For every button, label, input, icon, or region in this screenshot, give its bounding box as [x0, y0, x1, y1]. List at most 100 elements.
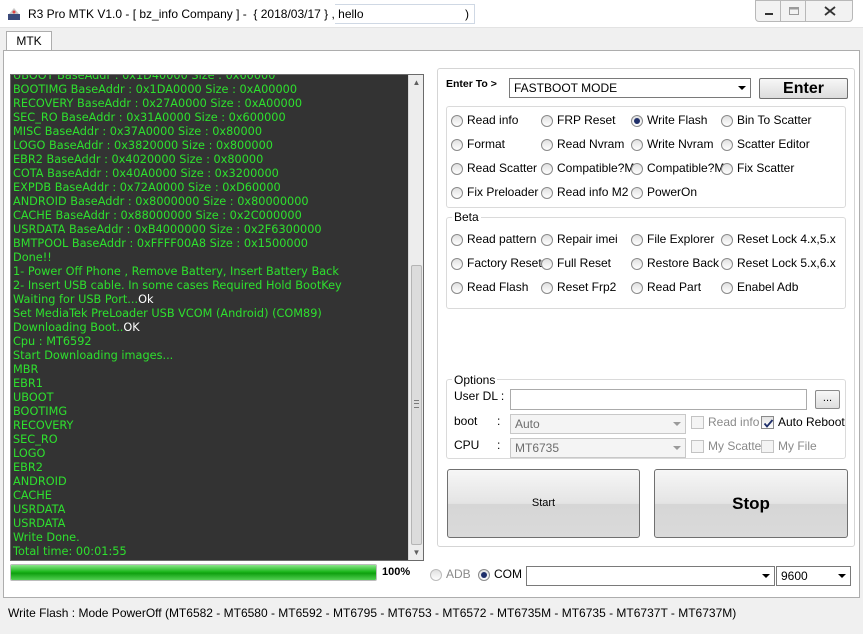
log-line: Total time: 00:01:55	[13, 545, 408, 559]
radio-label: Full Reset	[557, 256, 612, 270]
log-line: USRDATA	[13, 503, 408, 517]
my-scatter-label: My Scatter	[708, 439, 766, 453]
baud-rate-select[interactable]: 9600	[776, 566, 851, 586]
log-scrollbar[interactable]: ▲ ▼	[408, 75, 423, 560]
log-line-text: Total time: 00:01:55	[13, 545, 127, 558]
cpu-colon: :	[497, 438, 501, 452]
radio-circle	[631, 163, 643, 175]
radio-label: FRP Reset	[557, 113, 616, 127]
log-line-text: SEC_RO BaseAddr : 0x31A0000 Size : 0x600…	[13, 111, 286, 124]
maximize-icon	[789, 7, 799, 15]
log-line-text: COTA BaseAddr : 0x40A0000 Size : 0x32000…	[13, 167, 279, 180]
cpu-select[interactable]: MT6735	[510, 438, 686, 458]
enter-to-label: Enter To >	[446, 78, 497, 90]
radio-circle	[541, 163, 553, 175]
radio-label: Scatter Editor	[737, 137, 810, 151]
chevron-down-icon	[673, 446, 681, 450]
log-line-text: USRDATA BaseAddr : 0xB4000000 Size : 0x2…	[13, 223, 322, 236]
start-button[interactable]: Start	[447, 469, 640, 538]
log-line-text: 1- Power Off Phone , Remove Battery, Ins…	[13, 265, 339, 278]
radio-label: Factory Reset	[467, 256, 542, 270]
log-line: CACHE BaseAddr : 0x88000000 Size : 0x2C0…	[13, 209, 408, 223]
log-line: Start Downloading images...	[13, 349, 408, 363]
radio-label: Repair imei	[557, 232, 618, 246]
log-line-text: USRDATA	[13, 517, 66, 530]
log-line: CACHE	[13, 489, 408, 503]
radio-circle	[631, 234, 643, 246]
radio-circle	[541, 187, 553, 199]
radio-label: Fix Preloader	[467, 185, 539, 199]
title-bar: R3 Pro MTK V1.0 - [ bz_info Company ] - …	[0, 0, 863, 28]
radio-circle	[451, 187, 463, 199]
options-title: Options	[452, 373, 498, 387]
log-line-text: Cpu : MT6592	[13, 335, 92, 348]
log-panel: UBOOT BaseAddr : 0x1D40000 Size : 0x6000…	[10, 74, 424, 561]
maximize-button[interactable]	[780, 0, 806, 22]
log-line: EBR2	[13, 461, 408, 475]
radio-label: Enabel Adb	[737, 280, 799, 294]
radio-circle	[541, 139, 553, 151]
enter-button[interactable]: Enter	[759, 78, 848, 99]
progress-fill	[11, 565, 376, 580]
radio-label: Read info M2	[557, 185, 629, 199]
boot-select[interactable]: Auto	[510, 414, 686, 434]
scroll-up-icon[interactable]: ▲	[409, 75, 423, 90]
radio-com-circle	[478, 569, 490, 581]
log-line-text: UBOOT	[13, 391, 54, 404]
radio-circle	[631, 187, 643, 199]
tab-mtk[interactable]: MTK	[6, 31, 52, 51]
log-line: MISC BaseAddr : 0x37A0000 Size : 0x80000	[13, 125, 408, 139]
log-line-text: MBR	[13, 363, 39, 376]
window-title: R3 Pro MTK V1.0 - [ bz_info Company ] - …	[28, 7, 364, 21]
com-port-select[interactable]	[526, 566, 775, 586]
chevron-down-icon	[673, 422, 681, 426]
boot-mode-select[interactable]: FASTBOOT MODE	[509, 78, 751, 98]
scroll-down-icon[interactable]: ▼	[409, 545, 423, 560]
log-line-text: CACHE	[13, 489, 52, 502]
radio-label: Compatible?M1	[557, 161, 642, 175]
log-line-text: UBOOT BaseAddr : 0x1D40000 Size : 0x6000…	[13, 74, 276, 82]
radio-label: File Explorer	[647, 232, 715, 246]
radio-circle	[631, 115, 643, 127]
radio-adb-circle	[430, 569, 442, 581]
progress-percent: 100%	[382, 566, 411, 578]
log-line-text: 2- Insert USB cable. In some cases Requi…	[13, 279, 342, 292]
radio-adb-label: ADB	[446, 567, 471, 581]
log-line-text: EBR2 BaseAddr : 0x4020000 Size : 0x80000	[13, 153, 264, 166]
stop-button[interactable]: Stop	[654, 469, 848, 538]
my-file-box	[761, 440, 774, 453]
log-line: BOOTIMG BaseAddr : 0x1DA0000 Size : 0xA0…	[13, 83, 408, 97]
radio-label: Bin To Scatter	[737, 113, 812, 127]
scroll-thumb[interactable]	[411, 265, 422, 545]
radio-circle	[451, 234, 463, 246]
log-line-text: Start Downloading images...	[13, 349, 174, 362]
log-line-text: Waiting for USB Port...	[13, 293, 139, 306]
log-line-text: EBR1	[13, 377, 43, 390]
radio-circle	[721, 282, 733, 294]
browse-button[interactable]: ...	[815, 390, 840, 409]
log-line: EBR1	[13, 377, 408, 391]
user-dl-input[interactable]	[510, 389, 807, 410]
log-line: BMTPOOL BaseAddr : 0xFFFF00A8 Size : 0x1…	[13, 237, 408, 251]
radio-label: Format	[467, 137, 506, 151]
auto-reboot-label: Auto Reboot	[778, 415, 845, 429]
log-line-text: MISC BaseAddr : 0x37A0000 Size : 0x80000	[13, 125, 263, 138]
radio-circle	[451, 282, 463, 294]
log-line-text: USRDATA	[13, 503, 66, 516]
radio-label: Fix Scatter	[737, 161, 795, 175]
radio-label: PowerOn	[647, 185, 698, 199]
radio-circle	[451, 115, 463, 127]
radio-circle	[721, 234, 733, 246]
log-line-text: BMTPOOL BaseAddr : 0xFFFF00A8 Size : 0x1…	[13, 237, 308, 250]
close-icon	[824, 6, 836, 16]
close-button[interactable]	[805, 0, 853, 22]
log-line-text: RECOVERY BaseAddr : 0x27A0000 Size : 0xA…	[13, 97, 303, 110]
minimize-button[interactable]	[755, 0, 781, 22]
radio-label: Compatible?M2	[647, 161, 732, 175]
boot-colon: :	[497, 414, 501, 428]
log-line: MBR	[13, 363, 408, 377]
log-line-text: RECOVERY	[13, 419, 74, 432]
log-line: UBOOT	[13, 391, 408, 405]
beta-title: Beta	[452, 210, 481, 224]
log-line: SEC_RO BaseAddr : 0x31A0000 Size : 0x600…	[13, 111, 408, 125]
